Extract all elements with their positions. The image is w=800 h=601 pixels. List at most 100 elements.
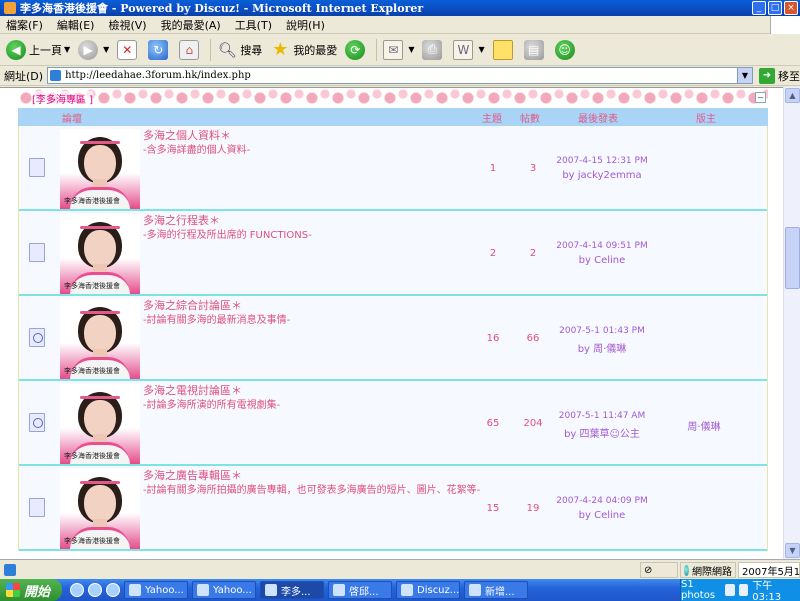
- topic-count: 16: [486, 333, 500, 344]
- minimize-button[interactable]: _: [752, 1, 766, 15]
- favorites-button[interactable]: ★ 我的最愛: [270, 39, 337, 60]
- topic-count: 15: [486, 503, 500, 514]
- forum-description: -多海的行程及所出席的 FUNCTIONS-: [143, 230, 312, 241]
- last-post-author-link[interactable]: by jacky2emma: [547, 170, 657, 181]
- last-post-date-link[interactable]: 2007-4-14 09:51 PM: [547, 241, 657, 251]
- header-forum: 論壇: [62, 114, 82, 125]
- media-quicklaunch-icon[interactable]: [106, 583, 120, 597]
- start-button[interactable]: 開始: [0, 579, 62, 601]
- vertical-scrollbar[interactable]: ▲ ▼: [783, 87, 800, 559]
- last-post-date-link[interactable]: 2007-4-24 04:09 PM: [547, 496, 657, 506]
- mail-dropdown-icon[interactable]: ▼: [408, 45, 414, 54]
- scroll-thumb[interactable]: [785, 227, 800, 289]
- close-button[interactable]: ×: [784, 1, 798, 15]
- history-button[interactable]: ⟳: [345, 39, 368, 60]
- forum-row: 李多海香港後援會 多海之廣告專輯區＊ -討論有關多海所拍攝的廣告專輯，也可發表多…: [18, 466, 768, 551]
- ie-quicklaunch-icon[interactable]: [70, 583, 84, 597]
- taskbar-button[interactable]: Yahoo...: [124, 581, 188, 599]
- menu-view[interactable]: 檢視(V): [108, 17, 146, 33]
- task-label: Yahoo...: [145, 584, 184, 596]
- back-label: 上一頁: [29, 43, 62, 57]
- status-bar: ⊘ 網際網路 2007年5月1日: [0, 559, 800, 579]
- maximize-button[interactable]: □: [768, 1, 782, 15]
- refresh-button[interactable]: ↻: [148, 39, 171, 60]
- windows-flag-icon: [6, 583, 20, 597]
- home-icon: ⌂: [179, 39, 200, 60]
- task-app-icon: [265, 584, 277, 596]
- post-count: 66: [526, 333, 540, 344]
- last-post-author-link[interactable]: by Celine: [547, 255, 657, 266]
- avatar-caption: 李多海香港後援會: [64, 537, 120, 545]
- post-count: 19: [526, 503, 540, 514]
- collapse-icon[interactable]: −: [755, 92, 766, 103]
- menu-tools[interactable]: 工具(T): [235, 17, 272, 33]
- search-button[interactable]: 🔍︎ 搜尋: [217, 40, 263, 60]
- edit-dropdown-icon[interactable]: ▼: [478, 45, 484, 54]
- tray-icon[interactable]: [725, 584, 735, 596]
- tray-icon[interactable]: [738, 584, 749, 596]
- last-post-author-link[interactable]: by 四葉草☺公主: [547, 425, 657, 440]
- back-dropdown-icon[interactable]: ▼: [64, 45, 70, 54]
- tray-app-label[interactable]: S1 photos: [681, 579, 721, 601]
- address-dropdown-icon[interactable]: ▼: [737, 68, 752, 83]
- topic-count: 65: [486, 418, 500, 429]
- last-post-date-link[interactable]: 2007-5-1 11:47 AM: [547, 411, 657, 421]
- post-count: 3: [529, 163, 537, 174]
- forum-table: [李多海專區 ] − 論壇 主題 帖數 最後發表 版主 李多海香港後援會 多海之…: [18, 88, 768, 551]
- forward-button[interactable]: ▶ ▼: [78, 39, 109, 60]
- history-icon: ⟳: [345, 39, 366, 60]
- go-button[interactable]: ➜ 移至: [759, 67, 800, 84]
- avatar-caption: 李多海香港後援會: [64, 367, 120, 375]
- last-post-date-link[interactable]: 2007-5-1 01:43 PM: [547, 326, 657, 336]
- forum-row: 李多海香港後援會 多海之綜合討論區＊ -討論有關多海的最新消息及事情- 16 6…: [18, 296, 768, 381]
- taskbar: 開始 Yahoo... Yahoo... 李多... 啓邱... Discuz... 新增…: [0, 579, 800, 601]
- home-button[interactable]: ⌂: [179, 39, 202, 60]
- forward-dropdown-icon[interactable]: ▼: [103, 45, 109, 54]
- clock[interactable]: 下午 03:13: [752, 577, 794, 601]
- page-icon: [50, 70, 62, 81]
- menu-help[interactable]: 說明(H): [286, 17, 325, 33]
- refresh-icon: ↻: [148, 39, 169, 60]
- mail-button[interactable]: ✉ ▼: [383, 39, 414, 60]
- last-post-author-link[interactable]: by 周‧儀琳: [547, 340, 657, 355]
- discuss-button[interactable]: [492, 39, 516, 60]
- address-input[interactable]: [65, 70, 726, 81]
- back-button[interactable]: ◀ 上一頁 ▼: [6, 39, 70, 60]
- forum-row: 李多海香港後援會 多海之電視討論區＊ -討論多海所演的所有電視劇集- 65 20…: [18, 381, 768, 466]
- moderator-link[interactable]: 周‧儀琳: [679, 418, 729, 433]
- task-label: Discuz...: [417, 584, 460, 596]
- page-viewport: [李多海專區 ] − 論壇 主題 帖數 最後發表 版主 李多海香港後援會 多海之…: [0, 87, 783, 559]
- research-button[interactable]: ▤: [523, 39, 547, 60]
- messenger-button[interactable]: ☺: [554, 39, 578, 60]
- menu-file[interactable]: 檔案(F): [6, 17, 43, 33]
- menu-favorites[interactable]: 我的最愛(A): [161, 17, 221, 33]
- desktop-quicklaunch-icon[interactable]: [88, 583, 102, 597]
- taskbar-button[interactable]: Yahoo...: [192, 581, 256, 599]
- taskbar-button[interactable]: 新增...: [464, 581, 528, 599]
- address-box[interactable]: ▼: [47, 67, 753, 84]
- title-bar[interactable]: 李多海香港後援會 - Powered by Discuz! - Microsof…: [0, 0, 800, 16]
- back-arrow-icon: ◀: [6, 39, 26, 60]
- forum-row: 李多海香港後援會 多海之個人資料＊ -含多海詳盡的個人資料- 1 3 2007-…: [18, 126, 768, 211]
- stop-button[interactable]: ✕: [117, 39, 140, 60]
- last-post-date-link[interactable]: 2007-4-15 12:31 PM: [547, 156, 657, 166]
- search-icon: 🔍︎: [217, 40, 237, 59]
- quick-launch: [70, 583, 120, 597]
- scroll-down-icon[interactable]: ▼: [785, 543, 800, 558]
- post-count: 2: [529, 248, 537, 259]
- task-app-icon: [333, 584, 345, 596]
- edit-button[interactable]: W ▼: [453, 39, 485, 60]
- menu-edit[interactable]: 編輯(E): [57, 17, 95, 33]
- task-app-icon: [197, 584, 209, 596]
- search-label: 搜尋: [240, 43, 263, 57]
- taskbar-button[interactable]: 啓邱...: [328, 581, 392, 599]
- scroll-up-icon[interactable]: ▲: [785, 88, 800, 103]
- print-button[interactable]: ⎙: [422, 39, 445, 60]
- last-post-author-link[interactable]: by Celine: [547, 510, 657, 521]
- taskbar-button[interactable]: 李多...: [260, 581, 324, 599]
- globe-icon: [684, 564, 689, 576]
- toolbar: ◀ 上一頁 ▼ ▶ ▼ ✕ ↻ ⌂ 🔍︎ 搜尋 ★ 我的最愛 ⟳ ✉ ▼ ⎙ W…: [0, 34, 800, 66]
- category-title[interactable]: [李多海專區 ]: [32, 91, 93, 106]
- taskbar-button[interactable]: Discuz...: [396, 581, 460, 599]
- zone-label: 網際網路: [692, 566, 732, 578]
